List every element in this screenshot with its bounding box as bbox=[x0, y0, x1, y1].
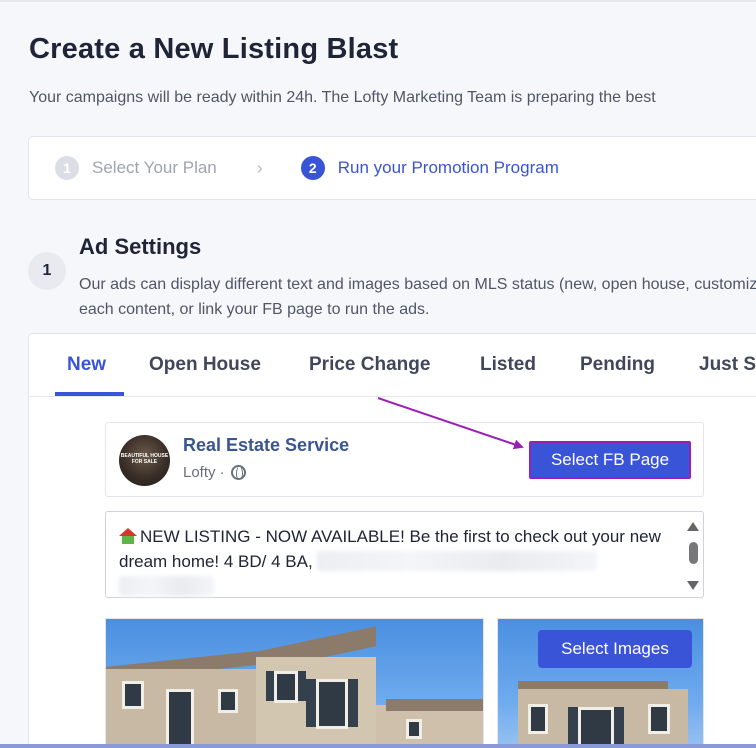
listing-photo bbox=[105, 618, 484, 748]
chevron-right-icon: › bbox=[256, 157, 263, 178]
ad-copy-text: NEW LISTING - NOW AVAILABLE! Be the firs… bbox=[119, 524, 679, 599]
tab-price-change[interactable]: Price Change bbox=[309, 354, 430, 376]
tab-pending[interactable]: Pending bbox=[580, 354, 655, 376]
section-number-badge: 1 bbox=[28, 252, 66, 290]
step-number: 2 bbox=[300, 156, 325, 180]
page-title: Create a New Listing Blast bbox=[29, 33, 399, 65]
step-select-plan[interactable]: 1 Select Your Plan bbox=[55, 156, 217, 180]
fb-page-name[interactable]: Real Estate Service bbox=[183, 435, 349, 456]
page-subtitle: Your campaigns will be ready within 24h.… bbox=[29, 89, 656, 106]
scrollbar-thumb[interactable] bbox=[689, 542, 698, 564]
house-emoji-icon bbox=[119, 528, 137, 544]
ad-copy-textarea[interactable]: NEW LISTING - NOW AVAILABLE! Be the firs… bbox=[105, 511, 704, 598]
globe-icon bbox=[230, 465, 246, 481]
tab-new[interactable]: New bbox=[67, 354, 106, 376]
section-description: Our ads can display different text and i… bbox=[79, 276, 756, 318]
fb-page-meta: Lofty · bbox=[183, 464, 246, 481]
select-images-button[interactable]: Select Images bbox=[538, 630, 692, 668]
ad-settings-card: New Open House Price Change Listed Pendi… bbox=[28, 333, 756, 748]
scroll-down-arrow-icon[interactable] bbox=[687, 581, 699, 590]
redacted-address bbox=[317, 551, 598, 571]
step-label: Select Your Plan bbox=[92, 158, 217, 177]
redacted-address bbox=[119, 576, 214, 596]
active-tab-indicator bbox=[55, 392, 124, 396]
select-fb-page-button[interactable]: Select FB Page bbox=[529, 441, 691, 479]
status-tabs: New Open House Price Change Listed Pendi… bbox=[29, 334, 756, 397]
step-label: Run your Promotion Program bbox=[337, 158, 559, 177]
scroll-up-arrow-icon[interactable] bbox=[687, 522, 699, 531]
avatar-caption: BEAUTIFUL HOUSE FOR SALE bbox=[120, 453, 169, 465]
fb-post-header: BEAUTIFUL HOUSE FOR SALE Real Estate Ser… bbox=[105, 422, 704, 497]
tab-listed[interactable]: Listed bbox=[480, 354, 536, 376]
top-divider bbox=[0, 0, 756, 2]
page-meta-text: Lofty · bbox=[183, 464, 225, 481]
step-number: 1 bbox=[55, 156, 79, 180]
tab-open-house[interactable]: Open House bbox=[149, 354, 261, 376]
section-title: Ad Settings bbox=[79, 234, 202, 259]
bottom-bar bbox=[0, 744, 756, 748]
stepper: 1 Select Your Plan › 2 Run your Promotio… bbox=[28, 136, 756, 200]
step-run-promotion[interactable]: 2 Run your Promotion Program bbox=[300, 156, 559, 180]
tab-just-sold[interactable]: Just S bbox=[699, 354, 756, 376]
page-avatar: BEAUTIFUL HOUSE FOR SALE bbox=[119, 435, 170, 486]
